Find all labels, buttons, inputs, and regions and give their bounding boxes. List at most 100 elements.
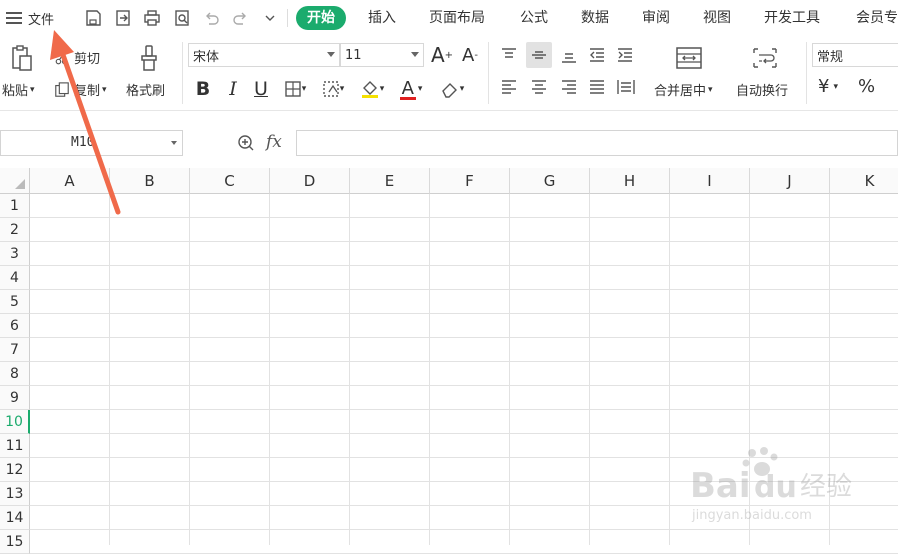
export-icon[interactable] (112, 7, 134, 29)
row-header-11[interactable]: 11 (0, 434, 30, 458)
row-header-14[interactable]: 14 (0, 506, 30, 530)
font-color-button[interactable]: A ▾ (394, 76, 430, 102)
column-header-i[interactable]: I (670, 168, 750, 194)
align-top-icon[interactable] (498, 44, 520, 66)
chevron-down-icon: ▾ (30, 84, 35, 95)
column-header-a[interactable]: A (30, 168, 110, 194)
align-middle-icon[interactable] (526, 42, 552, 68)
watermark-url: jingyan.baidu.com (691, 508, 812, 523)
cell-style-button[interactable]: ▾ (316, 76, 350, 102)
column-header-d[interactable]: D (270, 168, 350, 194)
distributed-icon[interactable] (614, 76, 638, 98)
row-header-1[interactable]: 1 (0, 194, 30, 218)
undo-icon[interactable] (200, 7, 222, 29)
grid-hline (30, 529, 898, 530)
column-header-c[interactable]: C (190, 168, 270, 194)
row-header-10[interactable]: 10 (0, 410, 30, 434)
file-menu-button[interactable]: 文件 (6, 7, 54, 29)
row-header-3[interactable]: 3 (0, 242, 30, 266)
border-button[interactable]: ▾ (278, 76, 312, 102)
select-all-corner[interactable] (0, 168, 30, 194)
format-painter-icon[interactable] (136, 42, 162, 74)
name-box[interactable]: M10 (0, 130, 183, 156)
row-header-2[interactable]: 2 (0, 218, 30, 242)
number-format-select[interactable]: 常规 (812, 43, 898, 67)
wrap-text-icon[interactable] (748, 44, 782, 72)
row-header-6[interactable]: 6 (0, 314, 30, 338)
save-icon[interactable] (82, 7, 104, 29)
wrap-text-button[interactable]: 自动换行 (736, 80, 788, 99)
row-header-15[interactable]: 15 (0, 530, 30, 554)
chevron-down-icon (171, 141, 177, 145)
copy-button[interactable]: 复制 ▾ (54, 80, 107, 99)
paste-button[interactable]: 粘贴 ▾ (2, 80, 35, 99)
column-header-g[interactable]: G (510, 168, 590, 194)
column-header-e[interactable]: E (350, 168, 430, 194)
grid-hline (30, 409, 898, 410)
row-header-8[interactable]: 8 (0, 362, 30, 386)
font-name-select[interactable]: 宋体 (188, 43, 340, 67)
font-size-select[interactable]: 11 (340, 43, 424, 67)
paste-icon[interactable] (8, 42, 36, 74)
column-header-j[interactable]: J (750, 168, 830, 194)
tab-formulas[interactable]: 公式 (520, 6, 548, 30)
tab-page-layout[interactable]: 页面布局 (429, 6, 485, 30)
column-header-h[interactable]: H (590, 168, 670, 194)
decrease-font-icon[interactable]: A- (458, 42, 482, 68)
align-left-icon[interactable] (498, 76, 520, 98)
currency-button[interactable]: ¥ ▾ (818, 76, 838, 97)
chevron-down-icon: ▾ (102, 84, 107, 95)
merge-center-icon[interactable] (672, 44, 706, 72)
underline-button[interactable]: U (250, 76, 272, 102)
justify-icon[interactable] (586, 76, 608, 98)
row-header-5[interactable]: 5 (0, 290, 30, 314)
format-painter-label: 格式刷 (126, 84, 166, 99)
column-header-k[interactable]: K (830, 168, 898, 194)
fill-color-button[interactable]: ▾ (354, 76, 390, 102)
merge-center-button[interactable]: 合并居中 ▾ (654, 80, 713, 99)
grid-hline (30, 241, 898, 242)
clear-format-button[interactable]: ▾ (434, 76, 470, 102)
print-icon[interactable] (141, 7, 163, 29)
row-header-12[interactable]: 12 (0, 458, 30, 482)
percent-button[interactable]: % (858, 76, 875, 97)
align-bottom-icon[interactable] (558, 44, 580, 66)
grid-hline (30, 265, 898, 266)
bold-button[interactable]: B (192, 76, 214, 102)
zoom-search-icon[interactable] (236, 133, 256, 153)
cut-button[interactable]: 剪切 (54, 48, 100, 67)
row-header-9[interactable]: 9 (0, 386, 30, 410)
customize-chevron-down-icon[interactable] (259, 7, 281, 29)
tab-member[interactable]: 会员专 (856, 6, 898, 30)
cut-label: 剪切 (74, 52, 101, 67)
row-header-4[interactable]: 4 (0, 266, 30, 290)
font-name-value: 宋体 (193, 49, 220, 65)
grid-vline (349, 194, 350, 545)
tab-review[interactable]: 审阅 (642, 6, 670, 30)
tab-view[interactable]: 视图 (703, 6, 731, 30)
grid-vline (189, 194, 190, 545)
red-underline (400, 97, 416, 100)
row-header-7[interactable]: 7 (0, 338, 30, 362)
redo-icon[interactable] (230, 7, 252, 29)
italic-button[interactable]: I (222, 76, 244, 102)
function-icon[interactable]: fx (266, 132, 282, 152)
grid-hline (30, 289, 898, 290)
tab-home[interactable]: 开始 (296, 6, 346, 30)
column-header-f[interactable]: F (430, 168, 510, 194)
column-header-b[interactable]: B (110, 168, 190, 194)
print-preview-icon[interactable] (171, 7, 193, 29)
align-right-icon[interactable] (558, 76, 580, 98)
tab-developer[interactable]: 开发工具 (764, 6, 820, 30)
increase-indent-icon[interactable] (614, 44, 636, 66)
increase-font-icon[interactable]: A + (430, 42, 454, 68)
tab-data[interactable]: 数据 (581, 6, 609, 30)
row-header-13[interactable]: 13 (0, 482, 30, 506)
copy-label: 复制 (74, 84, 101, 99)
format-painter-button[interactable]: 格式刷 (126, 80, 165, 99)
decrease-indent-icon[interactable] (586, 44, 608, 66)
tab-insert[interactable]: 插入 (368, 6, 396, 30)
grid-vline (589, 194, 590, 545)
formula-input[interactable] (296, 130, 898, 156)
align-center-icon[interactable] (528, 76, 550, 98)
